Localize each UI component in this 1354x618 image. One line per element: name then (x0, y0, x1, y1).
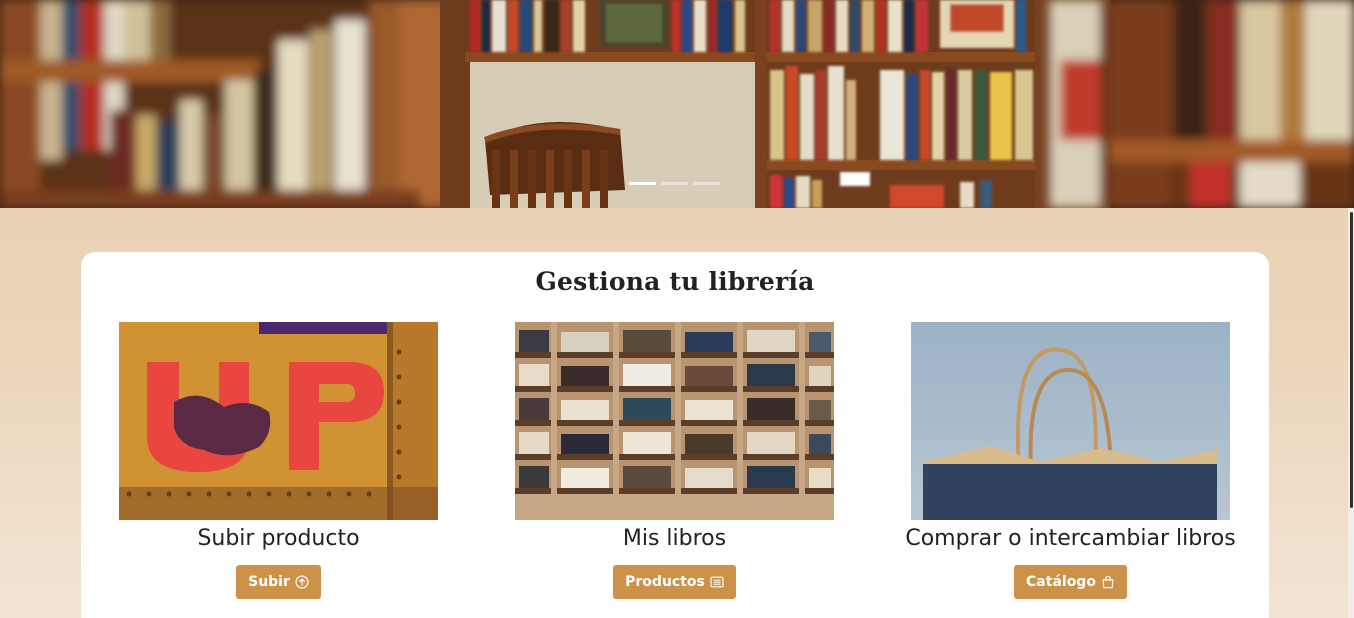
feature-buy-exchange: Comprar o intercambiar libros Catálogo (905, 322, 1236, 599)
hero-carousel[interactable] (0, 0, 1354, 208)
buy-exchange-image (911, 322, 1230, 520)
my-books-image (515, 322, 834, 520)
feature-upload-product: Subir producto Subir (119, 322, 438, 599)
card-list-icon (710, 575, 724, 589)
products-button-label: Productos (625, 574, 705, 590)
feature-title: Comprar o intercambiar libros (905, 526, 1236, 551)
carousel-indicators (629, 182, 720, 185)
feature-title: Mis libros (622, 526, 727, 551)
scrollbar-thumb[interactable] (1350, 212, 1353, 508)
carousel-indicator-3[interactable] (693, 182, 720, 185)
feature-title: Subir producto (197, 526, 360, 551)
upload-button-label: Subir (248, 574, 290, 590)
catalog-button[interactable]: Catálogo (1014, 565, 1127, 599)
upload-product-image (119, 322, 438, 520)
feature-my-books: Mis libros Productos (515, 322, 834, 599)
section-title: Gestiona tu librería (535, 267, 815, 296)
carousel-indicator-1[interactable] (629, 182, 656, 185)
hero-slide-image (0, 0, 1354, 208)
catalog-button-label: Catálogo (1026, 574, 1096, 590)
arrow-up-circle-icon (295, 575, 309, 589)
manage-bookstore-card: Gestiona tu librería Subir producto Subi… (81, 252, 1269, 618)
carousel-indicator-2[interactable] (661, 182, 688, 185)
products-button[interactable]: Productos (613, 565, 736, 599)
shopping-bag-icon (1101, 575, 1115, 589)
upload-button[interactable]: Subir (236, 565, 321, 599)
